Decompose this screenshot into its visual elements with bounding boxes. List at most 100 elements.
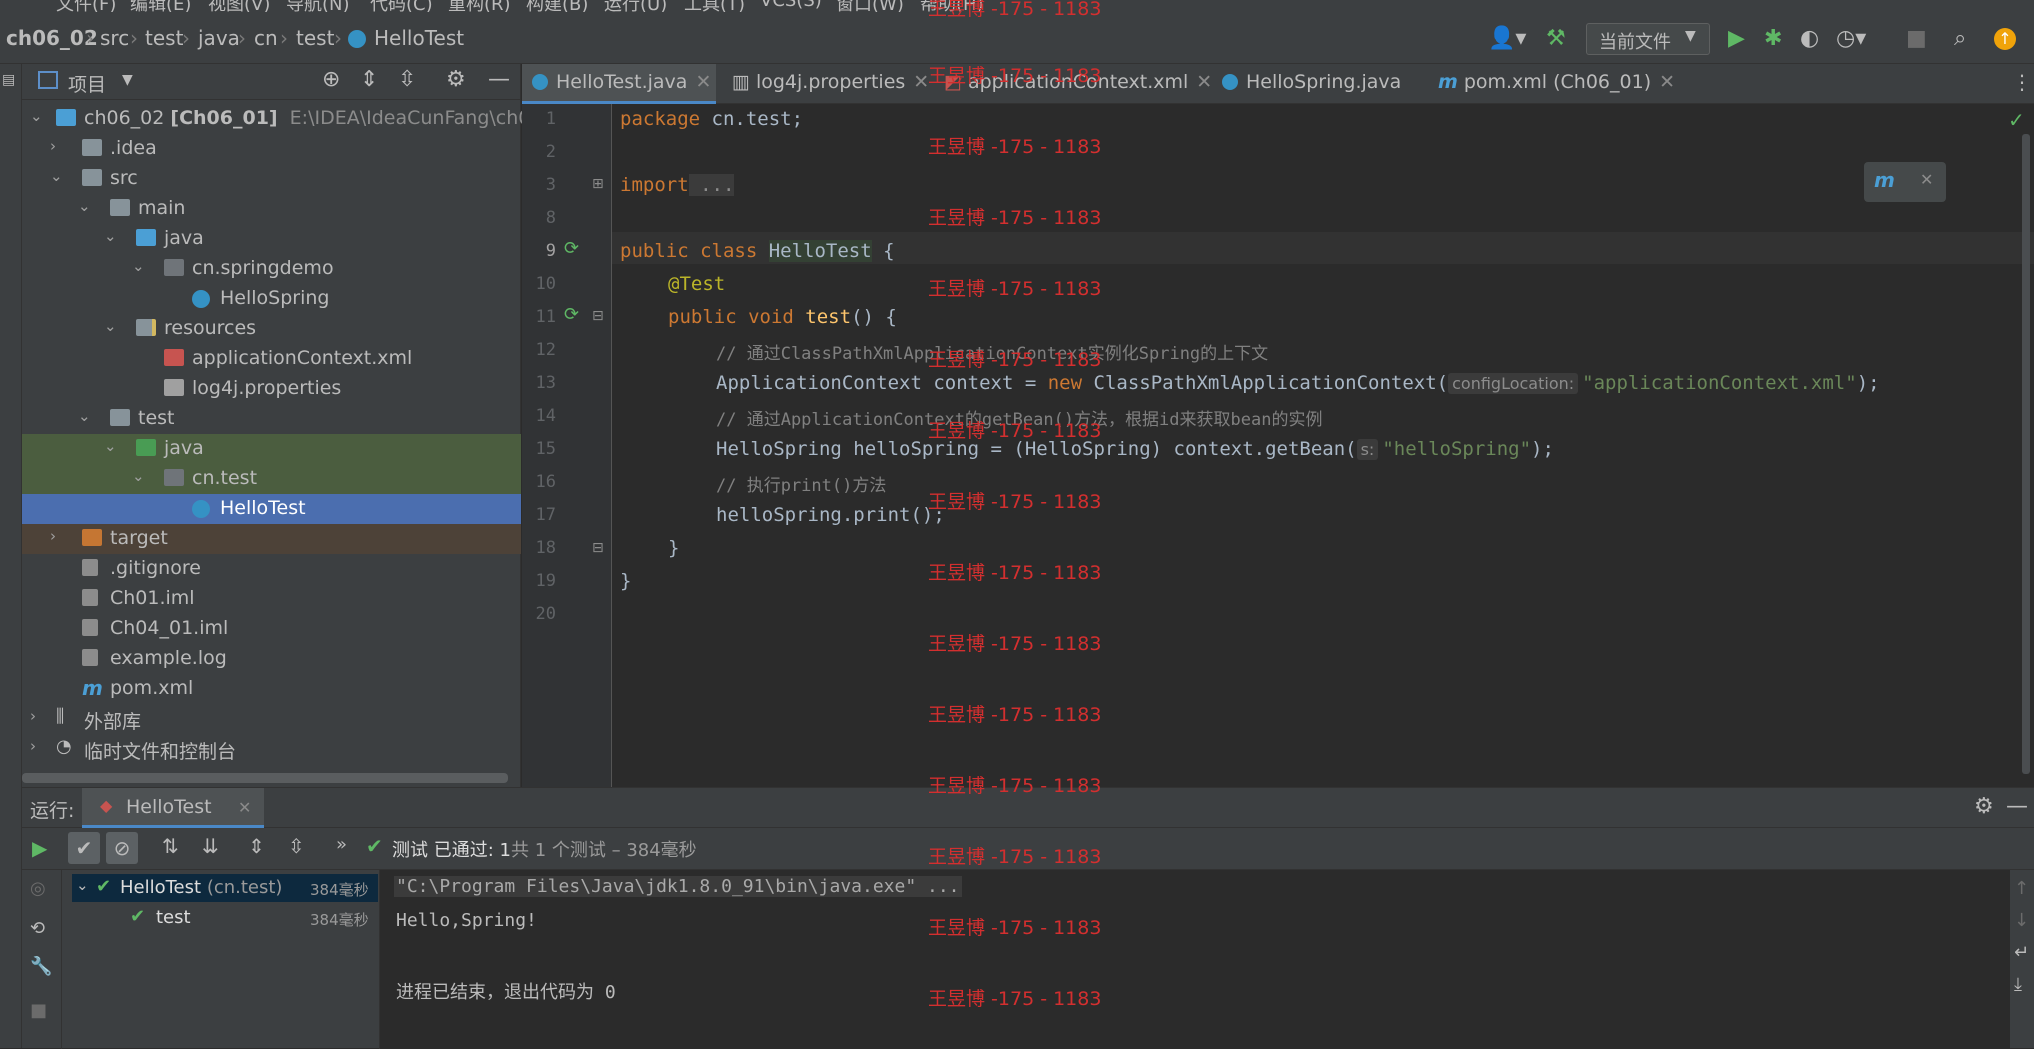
soft-wrap-icon[interactable]: ↵ <box>2014 942 2029 963</box>
chevron-down-icon[interactable]: ▼ <box>122 72 133 88</box>
tree-item-test[interactable]: ⌄ test <box>22 404 521 434</box>
tree-item-main-java[interactable]: ⌄ java <box>22 224 521 254</box>
breadcrumb-test-pkg[interactable]: test <box>296 26 334 50</box>
breadcrumb-project[interactable]: ch06_02 <box>6 26 98 50</box>
fold-icon[interactable]: ⊞ <box>592 176 604 192</box>
tree-item-cn-springdemo[interactable]: ⌄ cn.springdemo <box>22 254 521 284</box>
tree-item-external-libraries[interactable]: › ⫼ 外部库 <box>22 704 521 734</box>
menu-window[interactable]: 窗口(W) <box>836 0 904 12</box>
tree-item-target[interactable]: › target <box>22 524 521 554</box>
menu-code[interactable]: 代码(C) <box>370 0 433 12</box>
inspection-ok-icon[interactable]: ✓ <box>2008 108 2025 132</box>
build-hammer-icon[interactable]: ⚒ <box>1546 26 1566 51</box>
tree-item-resources[interactable]: ⌄ resources <box>22 314 521 344</box>
close-icon[interactable]: ✕ <box>913 71 929 93</box>
project-tool-icon[interactable]: ▤ <box>2 72 15 88</box>
close-icon[interactable]: ✕ <box>1659 71 1675 93</box>
more-actions-icon[interactable]: » <box>336 834 347 855</box>
search-icon[interactable]: ⌕ <box>1954 26 1966 51</box>
gear-icon[interactable]: ⚙ <box>1974 794 1994 819</box>
tree-item-applicationcontext[interactable]: applicationContext.xml <box>22 344 521 374</box>
menu-edit[interactable]: 编辑(E) <box>130 0 191 12</box>
tab-pom[interactable]: m pom.xml (Ch06_01) ✕ <box>1438 64 1675 104</box>
close-icon[interactable]: ✕ <box>695 71 711 93</box>
tree-item-hellotest[interactable]: HelloTest <box>22 494 521 524</box>
wrench-icon[interactable]: 🔧 <box>30 956 52 977</box>
minimize-icon[interactable]: — <box>2006 794 2028 819</box>
scroll-up-icon[interactable]: ↑ <box>2014 878 2029 899</box>
show-ignored-icon[interactable]: ⊘ <box>106 832 138 864</box>
run-test-gutter-icon[interactable]: ⟳ <box>564 304 579 325</box>
test-case-row[interactable]: ✔ test 384毫秒 <box>72 904 378 932</box>
collapse-all-icon[interactable]: ⇳ <box>288 834 305 858</box>
menu-view[interactable]: 视图(V) <box>208 0 270 12</box>
breadcrumb-test[interactable]: test <box>145 26 183 50</box>
update-icon[interactable]: ↑ <box>1994 28 2016 50</box>
run-tab-hellotest[interactable]: ◆ HelloTest ✕ <box>82 788 264 828</box>
test-suite-row[interactable]: ⌄ ✔ HelloTest (cn.test) 384毫秒 <box>72 874 378 902</box>
tree-item-gitignore[interactable]: .gitignore <box>22 554 521 584</box>
folded-imports[interactable]: ... <box>688 174 735 196</box>
tree-item-test-java[interactable]: ⌄ java <box>22 434 521 464</box>
stop-icon[interactable]: ■ <box>30 1000 47 1021</box>
minimize-icon[interactable]: — <box>488 67 510 92</box>
tree-item-main[interactable]: ⌄ main <box>22 194 521 224</box>
rerun-icon[interactable]: ▶ <box>32 836 47 860</box>
tree-item-project-root[interactable]: ⌄ ch06_02 [Ch06_01] E:\IDEA\IdeaCunFang\… <box>22 104 576 134</box>
run-test-gutter-icon[interactable]: ⟳ <box>564 238 579 259</box>
menu-vcs[interactable]: VCS(S) <box>760 0 822 11</box>
menu-refactor[interactable]: 重构(R) <box>448 0 511 12</box>
tree-item-pom[interactable]: m pom.xml <box>22 674 521 704</box>
locate-icon[interactable]: ⊕ <box>322 67 340 92</box>
breadcrumb-class[interactable]: HelloTest <box>374 26 464 50</box>
fold-icon[interactable]: ⊟ <box>592 308 604 324</box>
tree-item-hellospring[interactable]: HelloSpring <box>22 284 521 314</box>
project-panel-title[interactable]: 项目 <box>68 70 106 97</box>
tab-hellospring[interactable]: HelloSpring.java <box>1222 64 1401 104</box>
tree-item-example-log[interactable]: example.log <box>22 644 521 674</box>
tab-log4j[interactable]: ▥ log4j.properties ✕ <box>732 64 929 104</box>
code-editor[interactable]: 1 2 3 8 9 10 11 12 13 14 15 16 17 18 19 … <box>522 104 2034 787</box>
sort-duration-icon[interactable]: ⇊ <box>202 834 219 858</box>
user-icon[interactable]: 👤▾ <box>1488 26 1526 51</box>
close-icon[interactable]: ✕ <box>1920 170 1933 189</box>
menu-navigate[interactable]: 导航(N) <box>286 0 350 12</box>
profile-icon[interactable]: ◷▾ <box>1836 26 1866 51</box>
close-icon[interactable]: ✕ <box>238 798 251 817</box>
tab-hellotest[interactable]: HelloTest.java ✕ <box>522 64 716 104</box>
scroll-to-end-icon[interactable]: ⤓ <box>2014 974 2022 995</box>
collapse-all-icon[interactable]: ⇳ <box>398 67 416 92</box>
console-output[interactable]: "C:\Program Files\Java\jdk1.8.0_91\bin\j… <box>380 870 2010 1049</box>
menu-tools[interactable]: 工具(T) <box>684 0 745 12</box>
restore-layout-icon[interactable]: ⟲ <box>30 918 45 939</box>
show-passed-icon[interactable]: ✔ <box>68 832 100 864</box>
menu-run[interactable]: 运行(U) <box>604 0 667 12</box>
horizontal-scrollbar[interactable] <box>22 773 508 783</box>
breadcrumb-cn[interactable]: cn <box>254 26 278 50</box>
tree-item-ch01-iml[interactable]: Ch01.iml <box>22 584 521 614</box>
sort-alpha-icon[interactable]: ⇅ <box>162 834 179 858</box>
close-icon[interactable]: ✕ <box>1196 71 1212 93</box>
expand-all-icon[interactable]: ⇕ <box>360 67 378 92</box>
tree-item-cn-test[interactable]: ⌄ cn.test <box>22 464 521 494</box>
tree-item-ch04-iml[interactable]: Ch04_01.iml <box>22 614 521 644</box>
console-line-command[interactable]: "C:\Program Files\Java\jdk1.8.0_91\bin\j… <box>394 876 962 897</box>
tree-item-scratches[interactable]: › ◔ 临时文件和控制台 <box>22 734 521 764</box>
run-config-select[interactable]: 当前文件 ▼ <box>1586 23 1710 55</box>
vertical-scrollbar[interactable] <box>2022 134 2030 774</box>
camera-icon[interactable]: ◎ <box>30 878 46 899</box>
coverage-icon[interactable]: ◐ <box>1800 26 1819 51</box>
maven-reload-icon[interactable]: m <box>1874 168 1895 192</box>
menu-file[interactable]: 文件(F) <box>56 0 116 12</box>
tree-item-idea[interactable]: › .idea <box>22 134 521 164</box>
breadcrumb-src[interactable]: src <box>100 26 129 50</box>
expand-all-icon[interactable]: ⇕ <box>248 834 265 858</box>
run-icon[interactable]: ▶ <box>1728 26 1745 51</box>
debug-icon[interactable]: ✱ <box>1764 26 1782 51</box>
tree-item-src[interactable]: ⌄ src <box>22 164 521 194</box>
fold-icon[interactable]: ⊟ <box>592 540 604 556</box>
breadcrumb-java[interactable]: java <box>198 26 240 50</box>
more-tabs-icon[interactable]: ⋮ <box>2012 70 2032 94</box>
gear-icon[interactable]: ⚙ <box>446 67 466 92</box>
scroll-down-icon[interactable]: ↓ <box>2014 910 2029 931</box>
